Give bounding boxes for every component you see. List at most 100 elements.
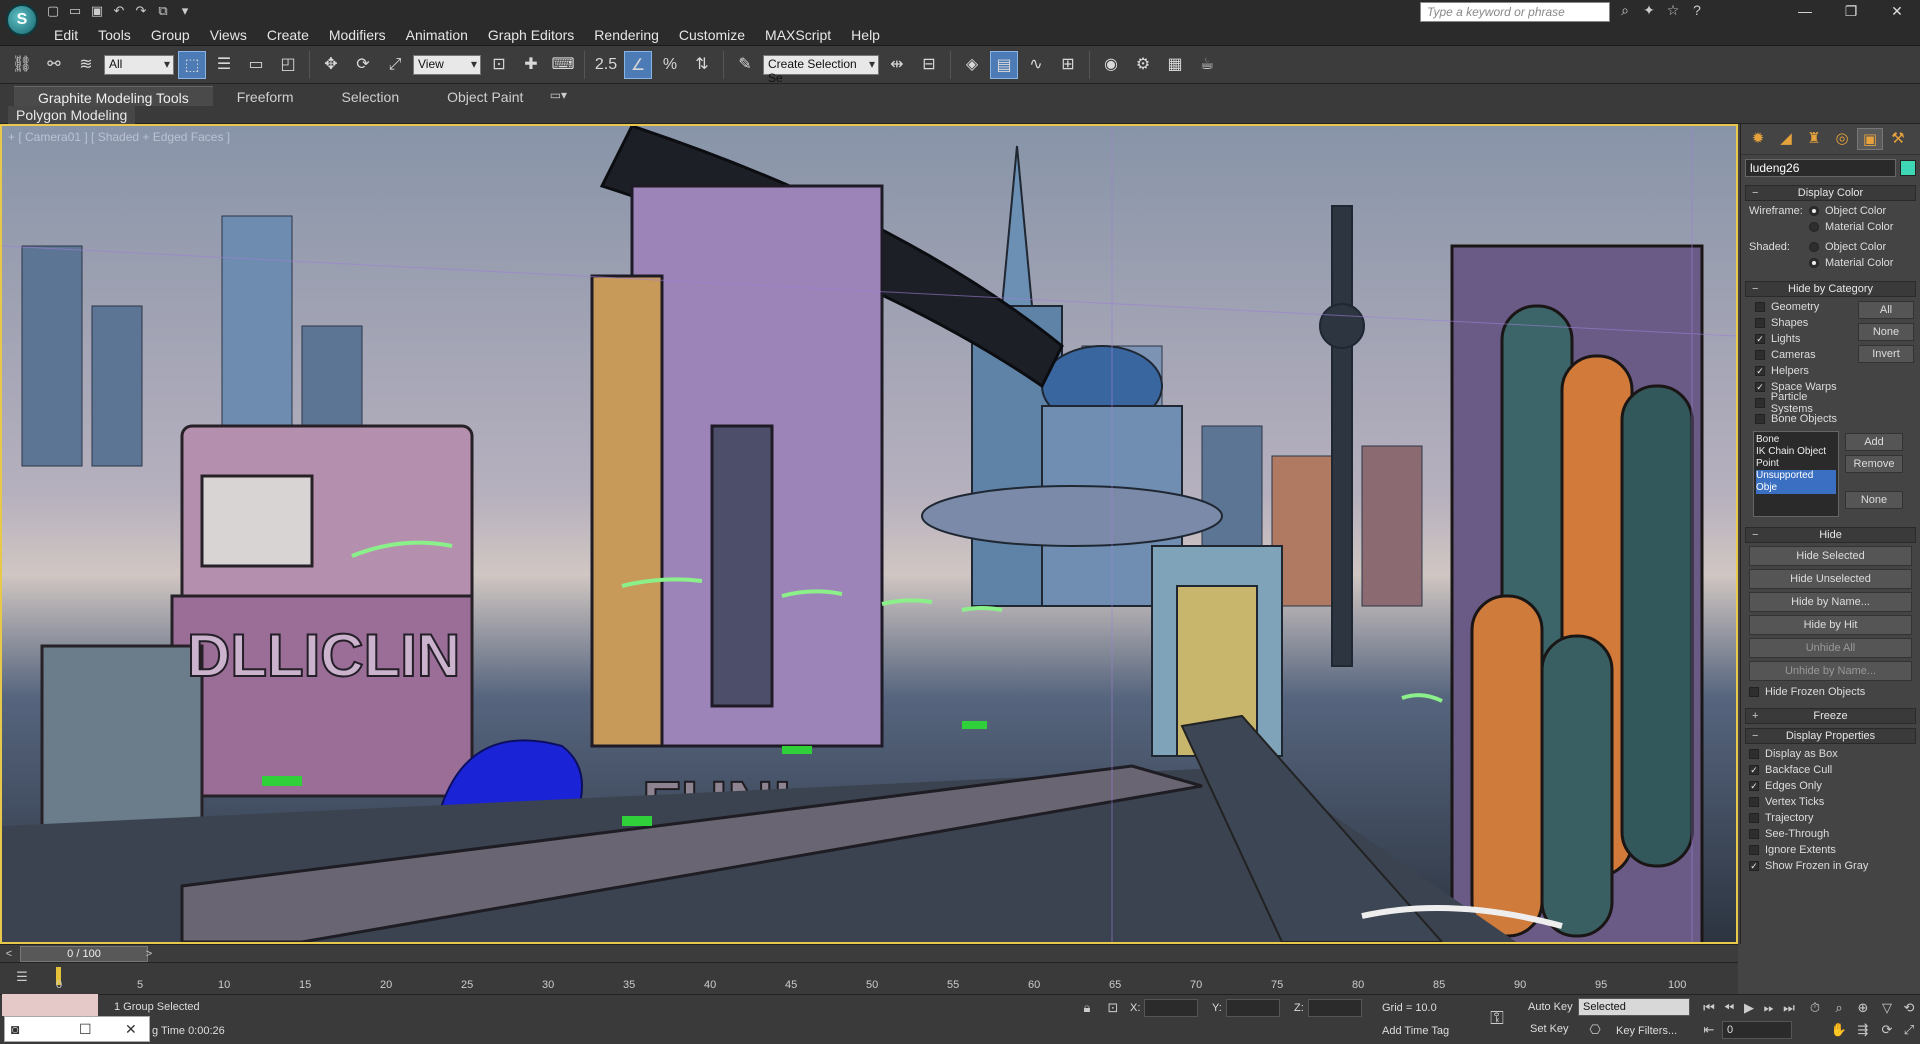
percent-snap-icon[interactable]: % — [656, 51, 684, 79]
align-icon[interactable]: ⊟ — [915, 51, 943, 79]
all-button[interactable]: All — [1858, 301, 1914, 319]
thumbnail-close-icon[interactable]: ✕ — [125, 1021, 137, 1038]
z-coordinate-field[interactable] — [1308, 999, 1362, 1017]
rollout-display-color[interactable]: − Display Color — [1745, 185, 1916, 201]
rollout-display-properties[interactable]: − Display Properties — [1745, 728, 1916, 744]
communication-icon[interactable]: ✦ — [1640, 2, 1658, 20]
category-shapes[interactable]: Shapes — [1747, 315, 1858, 331]
shaded-material-color-row[interactable]: Material Color — [1741, 255, 1920, 271]
track-bar[interactable]: ☰ 0 5 10 15 20 25 30 35 40 45 50 55 60 6… — [0, 962, 1738, 994]
mirror-icon[interactable]: ⇹ — [883, 51, 911, 79]
hide-frozen-checkbox[interactable] — [1749, 687, 1759, 697]
redo-icon[interactable]: ↷ — [132, 2, 150, 20]
none-button[interactable]: None — [1858, 323, 1914, 341]
prop-vertex-ticks[interactable]: Vertex Ticks — [1741, 794, 1920, 810]
favorites-icon[interactable]: ☆ — [1664, 2, 1682, 20]
curve-editor-icon[interactable]: ∿ — [1022, 51, 1050, 79]
none-list-button[interactable]: None — [1845, 491, 1903, 509]
object-name-field[interactable]: ludeng26 — [1745, 159, 1896, 177]
tab-selection[interactable]: Selection — [318, 86, 424, 106]
named-selection-select[interactable]: Create Selection Se — [763, 54, 879, 85]
create-tab-icon[interactable]: ✹ — [1745, 128, 1771, 150]
helpers-checkbox[interactable]: ✓ — [1755, 366, 1765, 376]
time-slider[interactable]: < 0 / 100 > — [0, 944, 1738, 962]
undo-icon[interactable]: ↶ — [110, 2, 128, 20]
time-slider-thumb[interactable]: 0 / 100 — [20, 946, 148, 962]
maximize-icon[interactable]: ❐ — [1828, 0, 1874, 24]
wireframe-object-radio[interactable] — [1809, 206, 1819, 216]
key-mode-toggle-icon[interactable]: ⇤ — [1700, 1021, 1718, 1039]
tab-graphite-modeling-tools[interactable]: Graphite Modeling Tools — [14, 86, 213, 106]
particle-systems-checkbox[interactable] — [1755, 398, 1765, 408]
hide-by-name-button[interactable]: Hide by Name... — [1749, 592, 1912, 612]
geometry-checkbox[interactable] — [1755, 302, 1765, 312]
bind-space-warp-icon[interactable]: ≋ — [72, 51, 100, 79]
select-object-icon[interactable]: ⬚ — [178, 50, 206, 79]
menu-graph-editors[interactable]: Graph Editors — [478, 24, 584, 44]
y-coordinate-field[interactable] — [1226, 999, 1280, 1017]
category-geometry[interactable]: Geometry — [1747, 299, 1858, 315]
edges-only-checkbox[interactable]: ✓ — [1749, 781, 1759, 791]
trajectory-checkbox[interactable] — [1749, 813, 1759, 823]
wireframe-material-radio[interactable] — [1809, 222, 1819, 232]
angle-snap-icon[interactable]: ∠ — [624, 50, 652, 79]
menu-group[interactable]: Group — [141, 24, 200, 44]
absolute-mode-icon[interactable]: ⊡ — [1104, 999, 1122, 1017]
prop-backface-cull[interactable]: ✓ Backface Cull — [1741, 762, 1920, 778]
spinner-snap-icon[interactable]: ⇅ — [688, 51, 716, 79]
select-by-name-icon[interactable]: ☰ — [210, 51, 238, 79]
keyboard-shortcut-icon[interactable]: ⌨ — [549, 51, 577, 79]
next-frame-icon[interactable]: ⏩︎ — [1760, 999, 1778, 1017]
prop-edges-only[interactable]: ✓ Edges Only — [1741, 778, 1920, 794]
hierarchy-tab-icon[interactable]: ♜ — [1801, 128, 1827, 150]
unhide-by-name-button[interactable]: Unhide by Name... — [1749, 661, 1912, 681]
render-setup-icon[interactable]: ⚙ — [1129, 51, 1157, 79]
menu-customize[interactable]: Customize — [669, 24, 755, 44]
app-small-icon[interactable]: ◙ — [11, 1021, 19, 1037]
zoom-icon[interactable]: ⌕ — [1830, 999, 1848, 1017]
manipulate-icon[interactable]: ✚ — [517, 51, 545, 79]
select-link-icon[interactable]: ⛓ — [8, 51, 36, 79]
display-tab-icon[interactable]: ▣ — [1857, 128, 1883, 150]
binoculars-icon[interactable]: ⌕ — [1616, 2, 1634, 20]
open-icon[interactable]: ▭ — [66, 2, 84, 20]
menu-edit[interactable]: Edit — [44, 24, 88, 44]
menu-tools[interactable]: Tools — [88, 24, 141, 44]
category-particle-systems[interactable]: Particle Systems — [1747, 391, 1858, 415]
invert-button[interactable]: Invert — [1858, 345, 1914, 363]
field-of-view-icon[interactable]: ▽ — [1878, 999, 1896, 1017]
menu-rendering[interactable]: Rendering — [584, 24, 669, 44]
arc-rotate-icon[interactable]: ⟳ — [1878, 1021, 1896, 1039]
rollout-freeze[interactable]: + Freeze — [1745, 708, 1916, 724]
viewport-label[interactable]: + [ Camera01 ] [ Shaded + Edged Faces ] — [8, 130, 230, 144]
utilities-tab-icon[interactable]: ⚒ — [1885, 128, 1911, 150]
minimize-icon[interactable]: — — [1782, 0, 1828, 24]
unhide-all-button[interactable]: Unhide All — [1749, 638, 1912, 658]
snap-toggle-icon[interactable]: 2.5 — [592, 51, 620, 79]
ribbon-options-icon[interactable]: ▭▾ — [547, 86, 569, 104]
hold-icon[interactable]: ⧉ — [154, 2, 172, 20]
current-frame-field[interactable]: 0 — [1722, 1021, 1792, 1039]
key-mode-select[interactable]: Selected — [1578, 998, 1690, 1016]
key-filters-button[interactable]: Key Filters... — [1616, 1025, 1677, 1037]
zoom-all-icon[interactable]: ⊕ — [1854, 999, 1872, 1017]
help-search-input[interactable]: Type a keyword or phrase — [1420, 2, 1610, 22]
orbit-icon[interactable]: ⟲ — [1900, 999, 1918, 1017]
modify-tab-icon[interactable]: ◢ — [1773, 128, 1799, 150]
prop-ignore-extents[interactable]: Ignore Extents — [1741, 842, 1920, 858]
graphite-toggle-icon[interactable]: ▤ — [990, 50, 1018, 79]
go-to-end-icon[interactable]: ⏭ — [1780, 999, 1798, 1017]
app-logo-icon[interactable]: S — [6, 4, 38, 36]
auto-key-button[interactable]: Auto Key — [1528, 1001, 1573, 1013]
menu-help[interactable]: Help — [841, 24, 890, 44]
close-icon[interactable]: ✕ — [1874, 0, 1920, 24]
save-icon[interactable]: ▣ — [88, 2, 106, 20]
material-editor-icon[interactable]: ◉ — [1097, 51, 1125, 79]
go-to-start-icon[interactable]: ⏮ — [1700, 999, 1718, 1017]
see-through-checkbox[interactable] — [1749, 829, 1759, 839]
tab-object-paint[interactable]: Object Paint — [423, 86, 547, 106]
space-warps-checkbox[interactable]: ✓ — [1755, 382, 1765, 392]
list-item[interactable]: Point — [1756, 458, 1836, 470]
key-icon[interactable]: ⚿ — [1488, 1009, 1506, 1027]
scale-icon[interactable]: ⤢ — [381, 51, 409, 79]
